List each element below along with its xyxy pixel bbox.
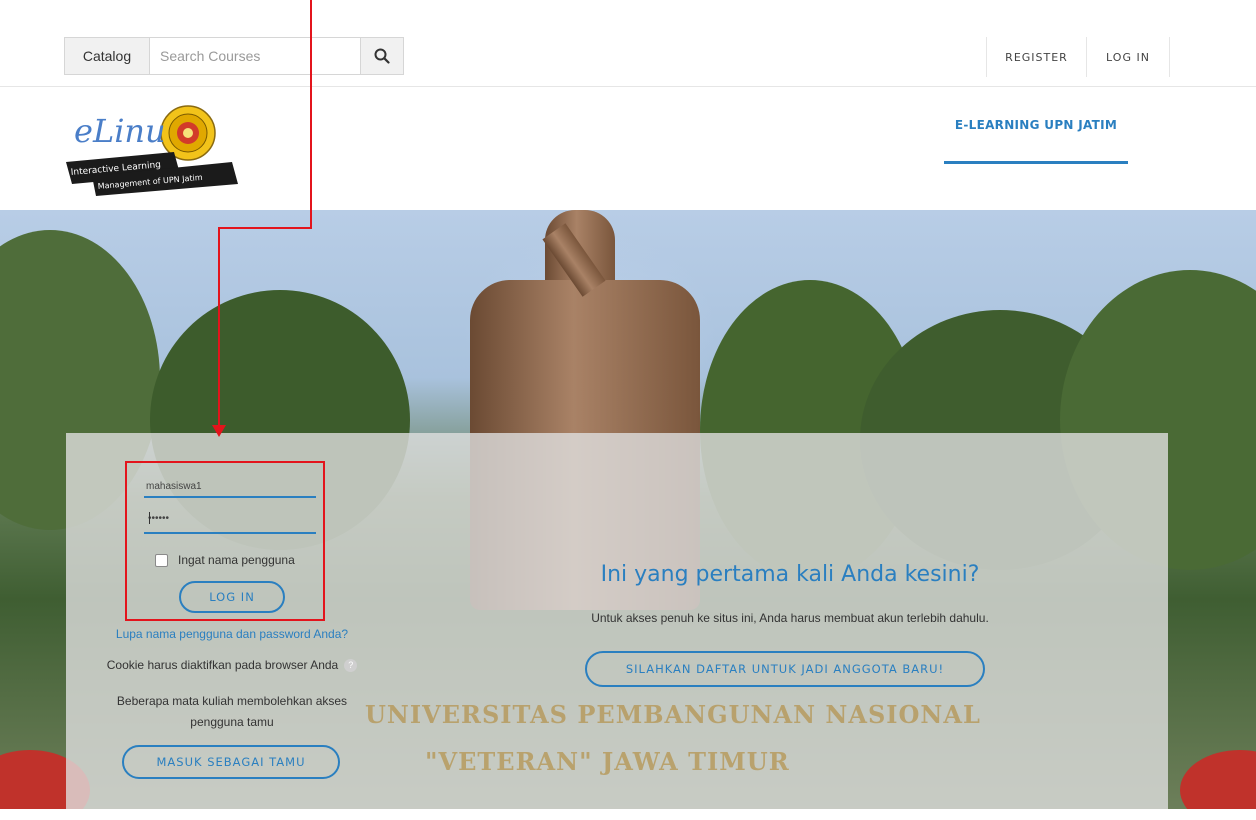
forgot-password-link[interactable]: Lupa nama pengguna dan password Anda? [96, 627, 368, 641]
search-button[interactable] [360, 38, 403, 74]
cookie-notice: Cookie harus diaktifkan pada browser And… [82, 658, 382, 672]
guest-login-button[interactable]: MASUK SEBAGAI TAMU [122, 745, 340, 779]
search-courses-input[interactable] [150, 38, 360, 74]
site-logo[interactable]: Interactive Learning Management of UPN J… [62, 100, 240, 196]
cookie-text: Cookie harus diaktifkan pada browser And… [106, 658, 339, 672]
elinu-logo-graphic: Interactive Learning Management of UPN J… [66, 105, 238, 196]
guest-access-note: Beberapa mata kuliah membolehkan akses p… [116, 694, 348, 729]
annotation-arrowhead [212, 425, 226, 437]
login-link[interactable]: LOG IN [1086, 37, 1170, 77]
flowers-shape [1180, 750, 1256, 809]
site-nav-elearning[interactable]: E-LEARNING UPN JATIM [944, 108, 1128, 164]
first-time-heading: Ini yang pertama kali Anda kesini? [600, 562, 980, 587]
course-search-group: Catalog [64, 37, 404, 75]
top-bar: Catalog REGISTER LOG IN [0, 0, 1256, 87]
search-icon [374, 48, 390, 64]
university-banner: UNIVERSITAS PEMBANGUNAN NASIONAL "VETERA… [365, 700, 981, 820]
annotation-highlight-box [125, 461, 325, 621]
account-nav: REGISTER LOG IN [986, 37, 1170, 85]
register-link[interactable]: REGISTER [986, 37, 1086, 77]
help-icon[interactable]: ? [344, 658, 358, 672]
first-time-description: Untuk akses penuh ke situs ini, Anda har… [591, 611, 989, 625]
annotation-line [310, 0, 312, 228]
banner-line-1: UNIVERSITAS PEMBANGUNAN NASIONAL [365, 700, 981, 729]
catalog-button[interactable]: Catalog [65, 38, 150, 74]
signup-button[interactable]: SILAHKAN DAFTAR UNTUK JADI ANGGOTA BARU! [585, 651, 985, 687]
annotation-line [218, 227, 312, 229]
logo-wordmark: eLinu [74, 112, 166, 150]
banner-line-2: "VETERAN" JAWA TIMUR [425, 747, 790, 776]
annotation-line [218, 227, 220, 427]
